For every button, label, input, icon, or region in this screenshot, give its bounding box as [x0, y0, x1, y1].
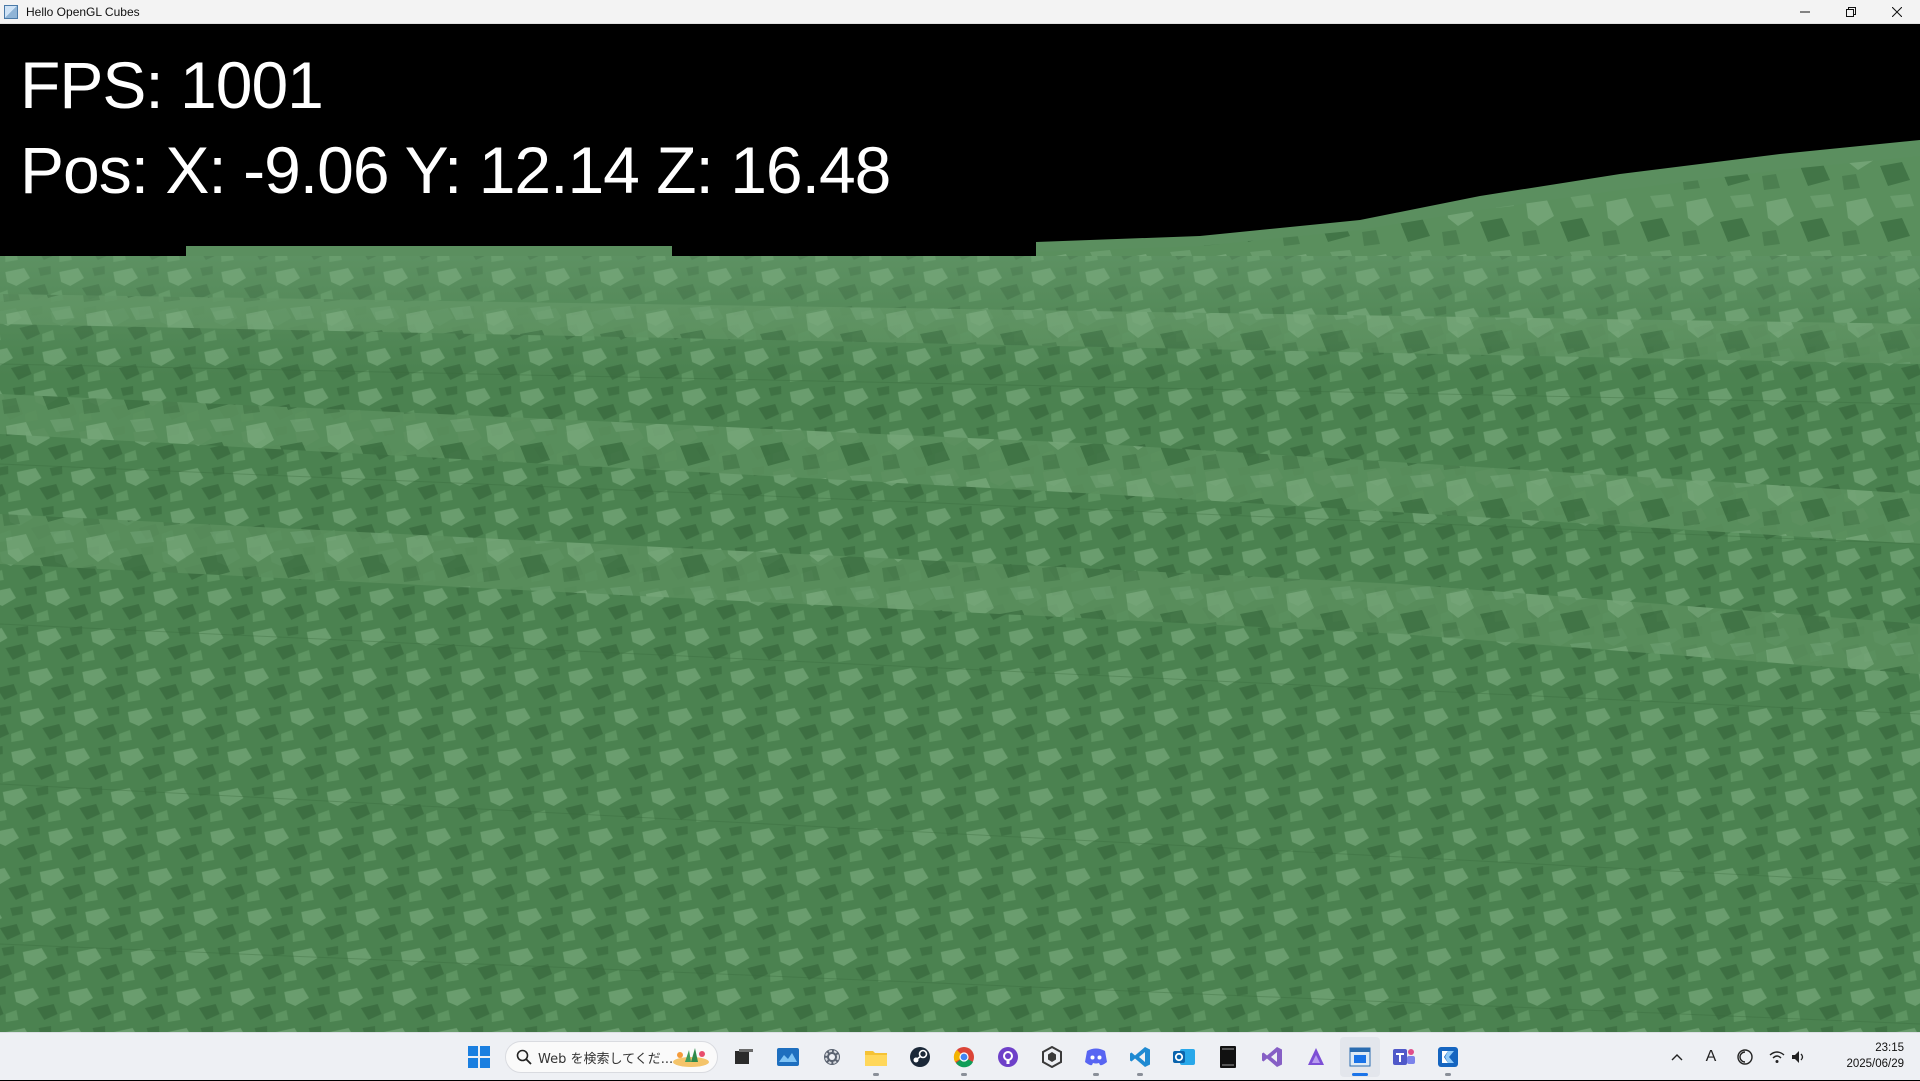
close-icon	[1892, 6, 1902, 17]
running-indicator	[1445, 1073, 1451, 1076]
terminal-icon	[1220, 1046, 1236, 1068]
unity-icon	[1042, 1046, 1062, 1068]
restore-button[interactable]	[1828, 0, 1874, 23]
taskbar-settings[interactable]	[812, 1037, 852, 1077]
outlook-icon	[1173, 1049, 1195, 1065]
fps-counter: FPS: 1001	[20, 48, 324, 122]
folder-icon	[865, 1051, 887, 1066]
clock-date: 2025/06/29	[1846, 1058, 1904, 1070]
focus-assist-button[interactable]	[1728, 1037, 1762, 1077]
gear-icon	[824, 1049, 840, 1065]
taskbar-hello-opengl-cubes[interactable]	[1340, 1037, 1380, 1077]
kotlin-icon	[1438, 1047, 1458, 1067]
running-indicator	[1137, 1073, 1143, 1076]
github-icon	[998, 1047, 1018, 1067]
search-highlight-icon	[673, 1048, 709, 1067]
moon-icon	[1737, 1049, 1753, 1065]
system-tray: A 23:15 2025/06/29	[1660, 1033, 1920, 1081]
taskbar-chrome[interactable]	[944, 1037, 984, 1077]
taskbar-terminal[interactable]	[1208, 1037, 1248, 1077]
window-title: Hello OpenGL Cubes	[26, 4, 140, 19]
taskbar-apps: Web を検索してくだ...	[459, 1037, 1472, 1077]
taskbar-vscode[interactable]	[1120, 1037, 1160, 1077]
ime-indicator[interactable]: A	[1694, 1037, 1728, 1077]
taskbar-unity[interactable]	[1032, 1037, 1072, 1077]
close-button[interactable]	[1874, 0, 1920, 23]
task-view-icon	[735, 1049, 753, 1064]
search-placeholder: Web を検索してくだ...	[538, 1051, 674, 1067]
taskbar-teams[interactable]	[1384, 1037, 1424, 1077]
taskbar-outlook[interactable]	[1164, 1037, 1204, 1077]
taskbar-affinity[interactable]	[1296, 1037, 1336, 1077]
vscode-icon	[1130, 1047, 1150, 1067]
position-readout: Pos: X: -9.06 Y: 12.14 Z: 16.48	[20, 133, 891, 207]
taskbar: Web を検索してくだ... A 23:15 2025/06/29	[0, 1032, 1920, 1080]
opengl-viewport[interactable]: FPS: 1001 Pos: X: -9.06 Y: 12.14 Z: 16.4…	[0, 24, 1920, 1032]
network-volume-button[interactable]	[1762, 1037, 1814, 1077]
chrome-icon	[953, 1047, 974, 1068]
windows-logo-icon	[468, 1046, 490, 1068]
restore-icon	[1846, 6, 1856, 17]
taskbar-file-explorer[interactable]	[856, 1037, 896, 1077]
discord-icon	[1085, 1048, 1107, 1066]
teams-icon	[1393, 1049, 1415, 1065]
running-indicator	[873, 1073, 879, 1076]
taskbar-clock[interactable]: 23:15 2025/06/29	[1814, 1041, 1920, 1072]
start-button[interactable]	[459, 1037, 499, 1077]
window-controls	[1782, 0, 1920, 23]
running-indicator	[961, 1073, 967, 1076]
running-indicator	[1352, 1073, 1368, 1076]
volume-icon	[1792, 1051, 1804, 1063]
running-indicator	[1093, 1073, 1099, 1076]
show-hidden-icons-button[interactable]	[1660, 1037, 1694, 1077]
taskbar-discord[interactable]	[1076, 1037, 1116, 1077]
widgets-icon	[777, 1048, 799, 1066]
chevron-up-icon	[1671, 1054, 1683, 1061]
visual-studio-icon	[1262, 1047, 1282, 1067]
minimize-button[interactable]	[1782, 0, 1828, 23]
wifi-icon	[1769, 1051, 1785, 1063]
taskbar-github[interactable]	[988, 1037, 1028, 1077]
minimize-icon	[1800, 11, 1810, 12]
app-window-icon	[4, 4, 18, 19]
taskbar-kotlin-app[interactable]	[1428, 1037, 1468, 1077]
search-icon	[516, 1049, 532, 1065]
widgets-button[interactable]	[768, 1037, 808, 1077]
opengl-app-icon	[1349, 1047, 1371, 1067]
taskbar-search[interactable]: Web を検索してくだ...	[505, 1041, 718, 1073]
affinity-icon	[1308, 1048, 1324, 1065]
clock-time: 23:15	[1875, 1042, 1904, 1055]
taskbar-visual-studio[interactable]	[1252, 1037, 1292, 1077]
steam-icon	[910, 1047, 930, 1067]
task-view-button[interactable]	[724, 1037, 764, 1077]
taskbar-steam[interactable]	[900, 1037, 940, 1077]
window-titlebar[interactable]: Hello OpenGL Cubes	[0, 0, 1920, 24]
